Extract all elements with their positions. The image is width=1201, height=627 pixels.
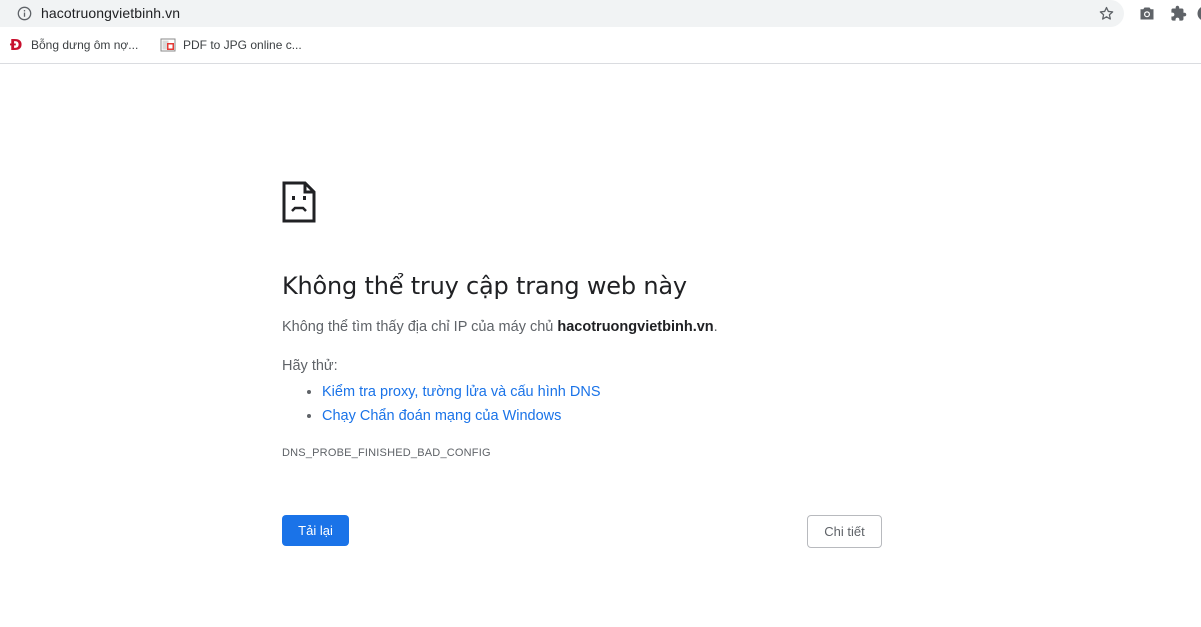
suggestion-link-network-diagnostics[interactable]: Chạy Chẩn đoán mạng của Windows [322,408,561,424]
bookmark-favicon-d-icon: Đ [9,36,23,54]
suggestions-list: Kiểm tra proxy, tường lửa và cấu hình DN… [282,380,601,428]
error-headline: Không thể truy cập trang web này [282,272,687,300]
star-icon[interactable] [1098,5,1115,22]
summary-suffix: . [713,319,718,335]
bookmark-item[interactable]: PDF to JPG online c... [160,36,302,54]
summary-host: hacotruongvietbinh.vn [557,319,714,335]
profile-avatar-icon[interactable] [1196,5,1201,22]
suggestion-item: Chạy Chẩn đoán mạng của Windows [322,404,601,428]
bookmarks-bar: Đ Bỗng dưng ôm nợ... PDF to JPG online c… [0,27,1201,64]
suggestion-link-check-proxy[interactable]: Kiểm tra proxy, tường lửa và cấu hình DN… [322,384,601,400]
sad-page-icon [282,181,316,223]
puzzle-icon[interactable] [1170,5,1187,22]
details-button[interactable]: Chi tiết [807,515,882,548]
bookmark-item[interactable]: Đ Bỗng dưng ôm nợ... [8,36,139,54]
omnibox[interactable]: hacotruongvietbinh.vn [0,0,1124,27]
camera-icon[interactable] [1139,6,1155,21]
pdf-to-jpg-icon [160,38,176,52]
summary-text: Không thể tìm thấy địa chỉ IP của máy ch… [282,319,558,335]
bookmark-label: PDF to JPG online c... [183,38,302,52]
try-label: Hãy thử: [282,358,338,374]
browser-toolbar: hacotruongvietbinh.vn [0,0,1201,27]
info-icon[interactable] [17,6,32,21]
error-summary: Không thể tìm thấy địa chỉ IP của máy ch… [282,317,718,337]
suggestion-item: Kiểm tra proxy, tường lửa và cấu hình DN… [322,380,601,404]
error-code: DNS_PROBE_FINISHED_BAD_CONFIG [282,447,491,459]
bookmark-label: Bỗng dưng ôm nợ... [31,38,139,52]
url-text[interactable]: hacotruongvietbinh.vn [41,5,180,21]
reload-button[interactable]: Tải lại [282,515,349,546]
